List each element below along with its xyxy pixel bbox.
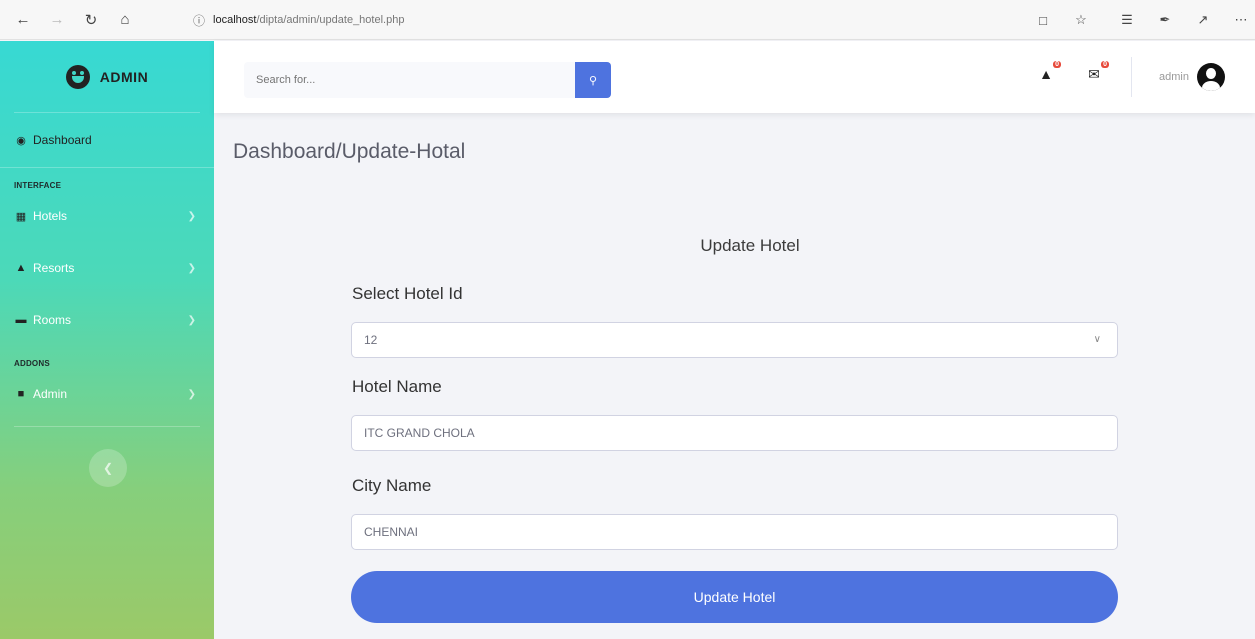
sidebar-heading-interface: INTERFACE xyxy=(14,181,62,190)
sidebar-item-hotels[interactable]: ▦ Hotels ❯ xyxy=(0,190,214,242)
hotel-name-label: Hotel Name xyxy=(352,377,442,396)
city-name-value: CHENNAI xyxy=(364,525,419,539)
sidebar-item-label: Resorts xyxy=(33,261,75,275)
chevron-down-icon: ∨ xyxy=(1093,334,1101,345)
tree-icon: ▲ xyxy=(15,262,27,274)
sidebar-divider xyxy=(14,426,200,427)
sidebar-item-label: Hotels xyxy=(33,209,68,223)
chevron-right-icon: ❯ xyxy=(187,314,196,326)
sidebar-item-dashboard[interactable]: ◉ Dashboard xyxy=(0,113,214,168)
chevron-right-icon: ❯ xyxy=(187,210,196,222)
search-input[interactable] xyxy=(244,62,575,98)
tachometer-icon: ◉ xyxy=(16,134,26,147)
user-name: admin xyxy=(1159,71,1189,83)
hotel-id-select-value: 12 xyxy=(364,333,378,347)
folder-icon: ■ xyxy=(17,388,25,400)
sidebar-toggle-button[interactable]: ❮ xyxy=(89,449,127,487)
share-icon[interactable]: ↗ xyxy=(1193,10,1213,30)
alerts-count-badge: 0 xyxy=(1053,61,1061,68)
city-name-input[interactable]: CHENNAI xyxy=(351,514,1118,550)
city-name-label: City Name xyxy=(352,476,432,495)
sidebar-item-rooms[interactable]: ▬ Rooms ❯ xyxy=(0,294,214,346)
avatar xyxy=(1196,63,1225,91)
reading-view-icon[interactable]: □ xyxy=(1033,10,1053,30)
sidebar-item-label: Rooms xyxy=(33,313,72,327)
topbar-alerts: ▲ 0 ✉ 0 xyxy=(1037,61,1109,83)
favorites-list-icon[interactable]: ☰ xyxy=(1117,10,1137,30)
form-heading: Update Hotel xyxy=(700,236,800,255)
select-hotel-id-label: Select Hotel Id xyxy=(352,284,463,303)
chevron-right-icon: ❯ xyxy=(187,388,196,400)
favorite-star-icon[interactable]: ☆ xyxy=(1071,10,1091,30)
chevron-right-icon: ❯ xyxy=(187,262,196,274)
sidebar-item-admin[interactable]: ■ Admin ❯ xyxy=(0,368,214,420)
brand-title: ADMIN xyxy=(99,68,149,85)
update-hotel-button[interactable]: Update Hotel xyxy=(351,571,1118,623)
bell-icon: ▲ xyxy=(1039,66,1053,82)
sidebar-brand[interactable]: ADMIN xyxy=(14,41,200,113)
messages-count-badge: 0 xyxy=(1101,61,1109,68)
sidebar-item-label: Admin xyxy=(33,387,68,401)
home-icon[interactable]: ⌂ xyxy=(114,9,136,31)
pen-icon[interactable]: ✒ xyxy=(1155,10,1175,30)
chevron-left-icon: ❮ xyxy=(102,461,114,475)
sidebar-item-resorts[interactable]: ▲ Resorts ❯ xyxy=(0,242,214,294)
topbar-divider xyxy=(1131,57,1132,97)
forward-arrow-icon[interactable]: → xyxy=(46,9,68,31)
hotel-icon: ▦ xyxy=(15,210,27,223)
alerts-bell-button[interactable]: ▲ 0 xyxy=(1037,61,1061,83)
search-icon: ⚲ xyxy=(588,74,598,87)
browser-actions: □ ☆ ☰ ✒ ↗ ⋯ xyxy=(1015,0,1255,40)
refresh-icon[interactable]: ↻ xyxy=(80,9,102,31)
hotel-id-select[interactable]: 12 ∨ xyxy=(351,322,1118,358)
browser-nav: ← → ↻ ⌂ xyxy=(12,9,136,31)
info-icon[interactable]: ⓘ xyxy=(193,12,205,29)
sidebar-item-label: Dashboard xyxy=(33,133,92,147)
search-form: ⚲ xyxy=(244,62,611,98)
hotel-name-input[interactable]: ITC GRAND CHOLA xyxy=(351,415,1118,451)
sidebar-heading-addons: ADDONS xyxy=(14,359,50,368)
envelope-icon: ✉ xyxy=(1088,65,1100,82)
hotel-name-value: ITC GRAND CHOLA xyxy=(364,426,475,440)
browser-toolbar: ← → ↻ ⌂ ⓘ localhost/dipta/admin/update_h… xyxy=(0,0,1255,40)
topbar: ⚲ ▲ 0 ✉ 0 admin xyxy=(214,41,1255,113)
page-title: Dashboard/Update-Hotal xyxy=(233,140,466,163)
messages-button[interactable]: ✉ 0 xyxy=(1085,61,1109,83)
search-button[interactable]: ⚲ xyxy=(575,62,611,98)
laugh-face-icon xyxy=(65,64,90,89)
user-dropdown[interactable]: admin xyxy=(1159,63,1225,91)
more-icon[interactable]: ⋯ xyxy=(1231,10,1251,30)
bed-icon: ▬ xyxy=(15,314,27,326)
sidebar: ADMIN ◉ Dashboard INTERFACE ▦ Hotels ❯ ▲… xyxy=(0,41,214,639)
address-url[interactable]: localhost/dipta/admin/update_hotel.php xyxy=(213,14,404,26)
back-arrow-icon[interactable]: ← xyxy=(12,9,34,31)
